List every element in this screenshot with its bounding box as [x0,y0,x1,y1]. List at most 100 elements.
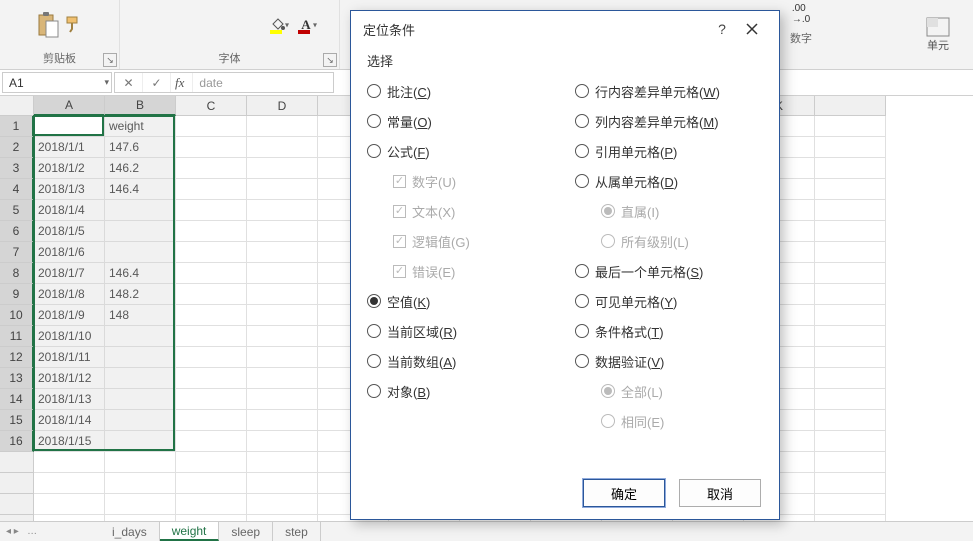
cell[interactable] [247,263,318,284]
row-header[interactable]: 9 [0,284,34,305]
format-painter-button[interactable] [64,14,84,37]
cell[interactable] [176,410,247,431]
cell[interactable] [815,347,886,368]
cell[interactable]: date [34,116,105,137]
row-header[interactable]: 14 [0,389,34,410]
cell[interactable] [176,179,247,200]
cell[interactable]: 2018/1/5 [34,221,105,242]
cell[interactable] [815,368,886,389]
cell[interactable] [176,221,247,242]
radio-option[interactable]: 对象(B) [367,376,555,406]
cell[interactable] [815,389,886,410]
radio-option[interactable]: 列内容差异单元格(M) [575,106,763,136]
cell[interactable]: 2018/1/2 [34,158,105,179]
cell[interactable]: 2018/1/11 [34,347,105,368]
radio-option[interactable]: 引用单元格(P) [575,136,763,166]
row-header[interactable]: 10 [0,305,34,326]
col-header[interactable] [815,96,886,116]
row-header[interactable]: 16 [0,431,34,452]
cell[interactable] [247,305,318,326]
cancel-button[interactable]: 取消 [679,479,761,507]
cell[interactable] [176,137,247,158]
cell[interactable] [105,200,176,221]
cell[interactable]: 148 [105,305,176,326]
cell[interactable] [815,179,886,200]
tab-nav[interactable]: ◂ ▸ … [0,522,43,541]
row-header[interactable]: 12 [0,347,34,368]
cell[interactable]: 2018/1/7 [34,263,105,284]
cell[interactable] [815,284,886,305]
cell[interactable] [815,158,886,179]
fx-icon[interactable]: fx [171,73,193,92]
cell[interactable] [815,431,886,452]
cell[interactable]: 2018/1/1 [34,137,105,158]
cell[interactable]: 2018/1/8 [34,284,105,305]
radio-option[interactable]: 当前数组(A) [367,346,555,376]
cell[interactable] [105,326,176,347]
help-button[interactable]: ? [707,14,737,44]
row-header[interactable]: 3 [0,158,34,179]
cell[interactable] [176,389,247,410]
row-header[interactable]: 4 [0,179,34,200]
cell[interactable] [176,200,247,221]
cell[interactable] [815,263,886,284]
row-header[interactable]: 1 [0,116,34,137]
radio-option[interactable]: 可见单元格(Y) [575,286,763,316]
cell[interactable] [815,137,886,158]
cell[interactable] [176,284,247,305]
row-header[interactable]: 2 [0,137,34,158]
fill-color-button[interactable]: ▾ [265,14,291,36]
cell[interactable]: 2018/1/13 [34,389,105,410]
cell[interactable] [247,389,318,410]
cell[interactable] [247,347,318,368]
sheet-tab[interactable]: i_days [100,522,160,541]
paste-button[interactable] [36,11,60,39]
row-header[interactable]: 13 [0,368,34,389]
clipboard-launcher[interactable]: ↘ [103,53,117,67]
cell[interactable] [105,389,176,410]
row-header[interactable]: 5 [0,200,34,221]
cell[interactable] [105,410,176,431]
cell[interactable] [815,410,886,431]
cell[interactable] [815,200,886,221]
cancel-edit-button[interactable]: ✕ [115,73,143,92]
cell[interactable] [176,347,247,368]
cell[interactable] [815,305,886,326]
col-header[interactable]: C [176,96,247,116]
radio-option[interactable]: 从属单元格(D) [575,166,763,196]
col-header[interactable]: D [247,96,318,116]
cell[interactable]: 2018/1/3 [34,179,105,200]
cell[interactable] [247,116,318,137]
cell[interactable] [176,368,247,389]
row-header[interactable]: 6 [0,221,34,242]
col-header[interactable]: A [34,96,105,116]
row-header[interactable]: 15 [0,410,34,431]
cell[interactable]: 2018/1/15 [34,431,105,452]
cell[interactable] [176,431,247,452]
formula-input[interactable]: date [193,76,333,90]
cell[interactable] [247,284,318,305]
cell[interactable] [247,137,318,158]
close-button[interactable] [737,14,767,44]
font-color-button[interactable]: A ▾ [293,14,319,36]
cell[interactable] [176,326,247,347]
cell[interactable]: 2018/1/10 [34,326,105,347]
row-header[interactable]: 7 [0,242,34,263]
cell[interactable] [247,221,318,242]
cell[interactable]: weight [105,116,176,137]
cell[interactable]: 2018/1/6 [34,242,105,263]
cell[interactable] [105,347,176,368]
cell[interactable] [105,431,176,452]
cell[interactable] [247,158,318,179]
dialog-titlebar[interactable]: 定位条件 ? [351,11,779,47]
cell[interactable]: 2018/1/9 [34,305,105,326]
cell[interactable]: 148.2 [105,284,176,305]
radio-option[interactable]: 数据验证(V) [575,346,763,376]
cell[interactable] [105,368,176,389]
cell[interactable] [247,326,318,347]
cell[interactable]: 147.6 [105,137,176,158]
cell[interactable] [815,242,886,263]
sheet-tab[interactable]: weight [160,522,220,541]
cell[interactable] [815,326,886,347]
select-all-corner[interactable] [0,96,34,116]
